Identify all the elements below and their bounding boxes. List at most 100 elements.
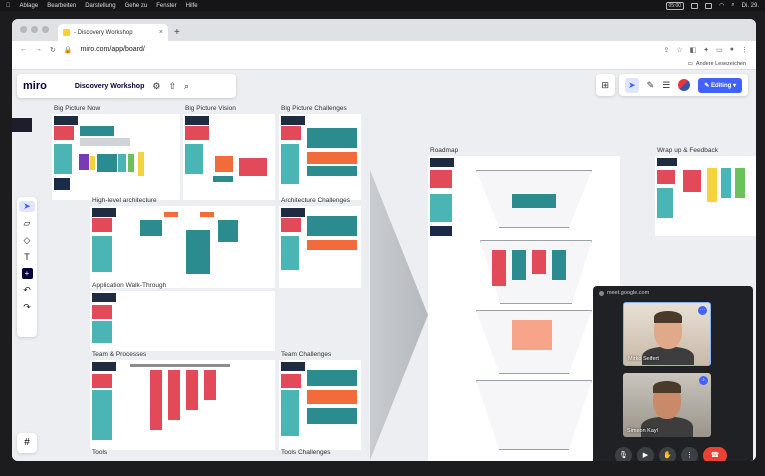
frame-title-tools: Tools <box>92 449 108 456</box>
frame-team-processes[interactable] <box>90 360 275 450</box>
frame-big-picture-challenges[interactable] <box>279 114 361 200</box>
participant-tile[interactable]: ⋯ Mirko Seifert <box>623 302 711 366</box>
select-tool-icon[interactable]: ➤ <box>19 201 35 212</box>
sidebar-icon[interactable]: ▭ <box>716 46 723 54</box>
microphone-icon[interactable]: 🎙 <box>615 447 632 461</box>
zoom-window-button[interactable] <box>42 26 49 33</box>
more-options-icon[interactable]: ⋮ <box>681 447 698 461</box>
editing-button[interactable]: ✎ Editing ▾ <box>698 77 742 93</box>
browser-window: - Discovery Workshop × + ← → ↻ 🔒 miro.co… <box>12 19 756 461</box>
bookmark-star-icon[interactable]: ☆ <box>676 46 682 54</box>
menu-darstellung[interactable]: Darstellung <box>85 3 115 9</box>
frame-title-team-challenges: Team Challenges <box>281 351 332 358</box>
extension-icon[interactable]: ◧ <box>690 46 697 54</box>
menubar-date: Di. 29. <box>741 2 759 9</box>
window-controls <box>20 26 49 33</box>
speaking-icon: ♪ <box>699 376 708 385</box>
frame-architecture-challenges[interactable] <box>279 206 361 288</box>
tab-title: - Discovery Workshop <box>74 29 133 36</box>
board-name[interactable]: Discovery Workshop <box>75 83 145 90</box>
close-tab-icon[interactable]: × <box>159 29 163 36</box>
editing-label: Editing <box>710 82 732 89</box>
frame-title-architecture-challenges: Architecture Challenges <box>281 197 351 204</box>
frame-wrapup[interactable] <box>655 156 756 236</box>
google-meet-window[interactable]: meet.google.com ⋯ Mirko Seifert ♪ Simeon… <box>593 286 753 461</box>
apple-icon[interactable]:  <box>6 3 11 9</box>
bookmarks-bar: ▭ Andere Lesezeichen <box>12 58 756 70</box>
text-tool-icon[interactable]: T <box>24 252 30 262</box>
close-window-button[interactable] <box>20 26 27 33</box>
menu-bearbeiten[interactable]: Bearbeiten <box>47 3 76 9</box>
share-icon[interactable]: ⇪ <box>663 46 669 54</box>
cursor-icon[interactable]: ➤ <box>625 77 639 93</box>
apps-grid-icon[interactable]: ⊞ <box>602 80 610 91</box>
battery-icon[interactable] <box>691 2 699 9</box>
other-bookmarks-link[interactable]: Andere Lesezeichen <box>696 61 746 67</box>
search-icon[interactable]: ⌕ <box>731 2 734 9</box>
miro-logo[interactable]: miro <box>23 80 47 92</box>
tab-strip: - Discovery Workshop × + <box>12 19 756 41</box>
camera-icon[interactable]: ▶ <box>637 447 654 461</box>
browser-menu-icon[interactable]: ⋮ <box>741 46 748 54</box>
frame-big-picture-now[interactable] <box>52 114 180 200</box>
sticky-note-tool-icon[interactable]: ▱ <box>24 218 31 229</box>
frame-big-picture-vision[interactable] <box>183 114 275 200</box>
frame-title-wrapup: Wrap up & Feedback <box>657 147 718 154</box>
menu-gehe-zu[interactable]: Gehe zu <box>125 3 148 9</box>
more-options-icon[interactable]: ⋯ <box>698 306 707 315</box>
minimize-window-button[interactable] <box>31 26 38 33</box>
url-field[interactable]: miro.com/app/board/ <box>81 46 145 53</box>
frames-panel-icon[interactable]: # <box>17 433 37 453</box>
new-tab-button[interactable]: + <box>174 27 180 38</box>
frame-title-application-walkthrough: Application Walk-Through <box>92 282 167 289</box>
extensions-puzzle-icon[interactable]: ✦ <box>703 46 709 54</box>
flow-arrow-shape[interactable] <box>370 170 428 460</box>
raise-hand-icon[interactable]: ✋ <box>659 447 676 461</box>
menu-ablage[interactable]: Ablage <box>20 3 39 9</box>
roadmap-sticky-group[interactable] <box>492 250 506 286</box>
miro-board-canvas[interactable]: Big Picture Now Big Picture Vision Big P… <box>12 70 756 461</box>
clock-badge[interactable]: 05:00 <box>665 1 685 10</box>
forward-icon[interactable]: → <box>35 46 42 53</box>
avatar[interactable] <box>678 79 691 91</box>
menu-hilfe[interactable]: Hilfe <box>186 3 198 9</box>
frame-team-challenges[interactable] <box>279 360 361 450</box>
end-call-icon[interactable]: ☎ <box>703 447 727 461</box>
tab-discovery-workshop[interactable]: - Discovery Workshop × <box>58 24 168 41</box>
participant-name: Simeon Kayl <box>627 428 658 434</box>
mac-menubar:  Ablage Bearbeiten Darstellung Gehe zu … <box>0 0 765 11</box>
settings-gear-icon[interactable]: ⚙ <box>152 81 160 92</box>
miro-favicon-icon <box>63 29 70 36</box>
menu-fenster[interactable]: Fenster <box>156 3 176 9</box>
profile-icon[interactable]: ● <box>730 46 734 53</box>
add-more-tools-icon[interactable]: + <box>21 268 33 279</box>
celebrate-icon[interactable]: ✎ <box>647 80 655 91</box>
export-icon[interactable]: ⇧ <box>168 81 176 92</box>
participant-tile[interactable]: ♪ Simeon Kayl <box>623 373 711 437</box>
apps-panel: ⊞ <box>595 74 616 96</box>
frame-high-level-architecture[interactable] <box>90 206 275 288</box>
frame-title-tools-challenges: Tools Challenges <box>281 449 331 456</box>
wifi-icon[interactable]: ◠ <box>719 2 724 9</box>
frame-application-walkthrough[interactable] <box>90 291 275 351</box>
participant-name: Mirko Seifert <box>628 356 659 362</box>
frame-title-big-picture-vision: Big Picture Vision <box>185 105 236 112</box>
reload-icon[interactable]: ↻ <box>50 46 56 54</box>
search-icon[interactable]: ⌕ <box>184 81 189 92</box>
creation-toolbar: ➤ ▱ ◇ T + ↶ ↷ <box>17 197 37 337</box>
back-icon[interactable]: ← <box>20 46 27 53</box>
comment-icon[interactable]: ☰ <box>662 80 670 91</box>
shapes-tool-icon[interactable]: ◇ <box>24 235 31 246</box>
redo-icon[interactable]: ↷ <box>23 302 31 313</box>
lock-icon: 🔒 <box>63 46 73 54</box>
miro-right-toolbar: ⊞ ➤ ✎ ☰ ✎ Editing ▾ <box>595 74 748 96</box>
canvas-dark-sticky[interactable] <box>12 118 32 132</box>
display-icon[interactable] <box>705 2 713 9</box>
address-bar: ← → ↻ 🔒 miro.com/app/board/ ⇪ ☆ ◧ ✦ ▭ ● … <box>12 41 756 58</box>
meet-url: meet.google.com <box>607 290 650 296</box>
frame-title-roadmap: Roadmap <box>430 147 459 154</box>
folder-icon: ▭ <box>687 60 693 67</box>
undo-icon[interactable]: ↶ <box>23 285 31 296</box>
frame-title-big-picture-now: Big Picture Now <box>54 105 101 112</box>
miro-top-bar: miro Discovery Workshop ⚙ ⇧ ⌕ <box>17 74 236 98</box>
